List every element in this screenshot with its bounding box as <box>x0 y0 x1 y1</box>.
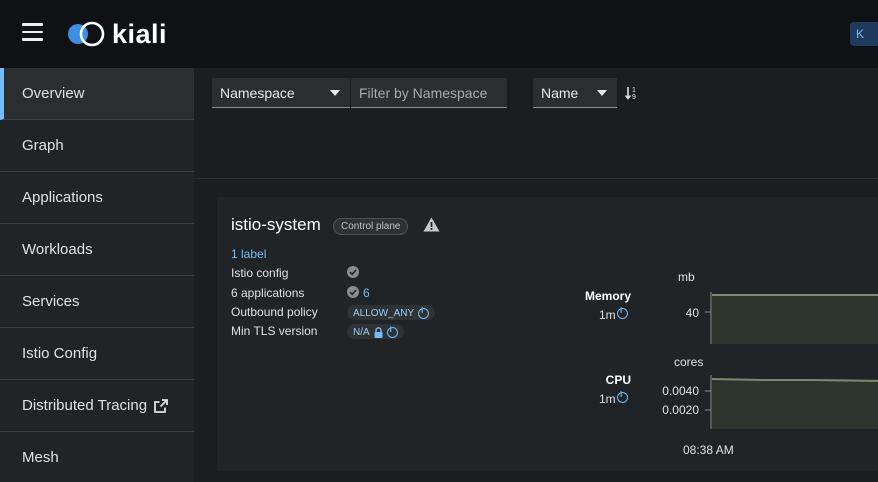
namespace-filter-input[interactable] <box>351 78 507 108</box>
min-tls-label: Min TLS version <box>231 324 318 338</box>
outbound-policy-badge[interactable]: ALLOW_ANY <box>347 305 436 320</box>
cluster-chip[interactable]: K <box>850 22 878 46</box>
applications-count-link[interactable]: 6 <box>363 286 370 300</box>
cpu-tick: 0.0040 <box>662 384 699 398</box>
sidebar-nav: Overview Graph Applications Workloads Se… <box>0 68 194 482</box>
sidebar-item-distributed-tracing[interactable]: Distributed Tracing <box>0 380 194 432</box>
outbound-policy-label: Outbound policy <box>231 305 318 319</box>
svg-text:9: 9 <box>632 94 636 101</box>
chevron-down-icon <box>597 90 607 96</box>
sidebar-item-services[interactable]: Services <box>0 276 194 328</box>
hamburger-menu-icon[interactable] <box>22 23 43 41</box>
sidebar-item-graph[interactable]: Graph <box>0 120 194 172</box>
cluster-chip-label: K <box>856 27 865 41</box>
cpu-unit: cores <box>674 355 704 369</box>
masthead: kiali K <box>0 0 878 68</box>
min-tls-value: N/A <box>353 327 370 338</box>
filter-toolbar: Namespace Name <box>194 68 878 179</box>
memory-interval: 1m <box>599 308 616 322</box>
external-link-icon <box>154 398 168 413</box>
sidebar-item-istio-config[interactable]: Istio Config <box>0 328 194 380</box>
namespace-title[interactable]: istio-system <box>231 215 321 235</box>
istio-config-label: Istio config <box>231 266 289 280</box>
lock-icon <box>374 327 383 338</box>
info-icon[interactable] <box>386 325 398 338</box>
time-axis-label: 08:38 AM <box>683 443 734 457</box>
sidebar-item-label: Graph <box>22 137 64 154</box>
memory-title: Memory <box>584 289 631 303</box>
sort-field-value: Name <box>541 85 579 101</box>
filter-type-select[interactable]: Namespace <box>212 78 350 108</box>
kiali-logo-icon <box>68 21 105 47</box>
check-circle-icon <box>347 266 359 278</box>
svg-text:1: 1 <box>632 87 636 94</box>
sidebar-item-label: Istio Config <box>22 345 98 362</box>
sidebar-item-label: Workloads <box>22 241 93 258</box>
sidebar-item-label: Overview <box>22 85 85 102</box>
control-plane-badge: Control plane <box>333 218 409 235</box>
sidebar-item-label: Mesh <box>22 449 59 466</box>
cpu-tick: 0.0020 <box>662 403 699 417</box>
filter-type-value: Namespace <box>220 85 295 101</box>
outbound-policy-value: ALLOW_ANY <box>353 308 415 319</box>
memory-tick: 40 <box>685 306 699 320</box>
kiali-logo[interactable]: kiali <box>66 18 167 50</box>
sidebar-item-label: Services <box>22 293 80 310</box>
cpu-interval: 1m <box>599 392 616 406</box>
sidebar-item-workloads[interactable]: Workloads <box>0 224 194 276</box>
labels-link[interactable]: 1 label <box>231 247 266 261</box>
sidebar-item-applications[interactable]: Applications <box>0 172 194 224</box>
memory-unit: mb <box>678 270 695 284</box>
sidebar-item-mesh[interactable]: Mesh <box>0 432 194 482</box>
namespace-card: istio-system Control plane 1 label Istio… <box>217 197 878 471</box>
sidebar-item-label: Distributed Tracing <box>22 397 148 414</box>
app-name: kiali <box>112 18 168 49</box>
cpu-title: CPU <box>605 373 631 387</box>
info-icon[interactable] <box>418 306 430 319</box>
info-icon[interactable] <box>617 306 628 319</box>
sidebar-item-label: Applications <box>22 189 103 206</box>
info-icon[interactable] <box>617 390 628 403</box>
min-tls-badge[interactable]: N/A <box>347 324 404 339</box>
cpu-sparkline-chart[interactable] <box>702 375 878 433</box>
applications-label: 6 applications <box>231 286 305 300</box>
chevron-down-icon <box>330 90 340 96</box>
sort-field-select[interactable]: Name <box>533 78 617 108</box>
warning-triangle-icon[interactable] <box>423 217 440 232</box>
sort-ascending-icon[interactable]: 1 9 <box>625 85 639 101</box>
sidebar-item-overview[interactable]: Overview <box>0 68 194 120</box>
check-circle-icon <box>347 286 359 298</box>
memory-sparkline-chart[interactable] <box>702 292 878 348</box>
